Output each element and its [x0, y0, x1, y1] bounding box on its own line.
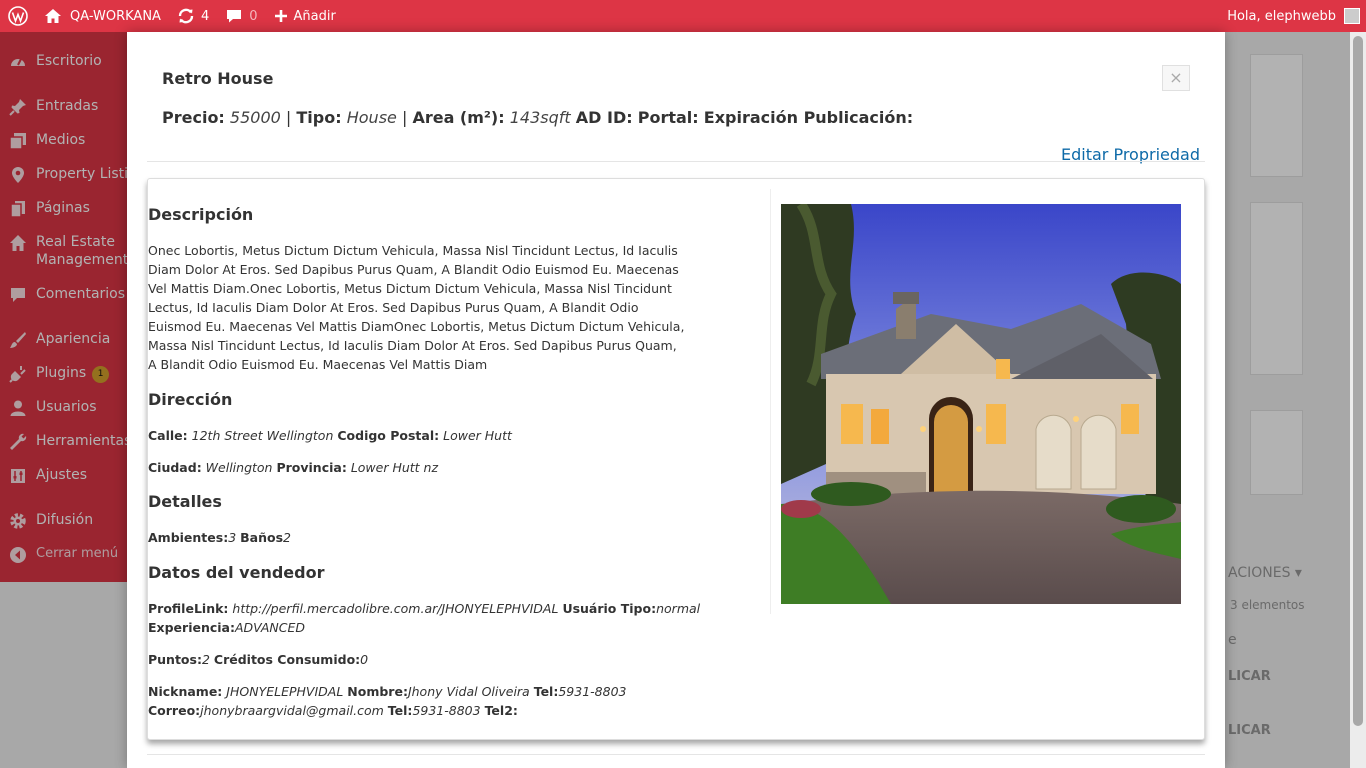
description-heading: Descripción — [148, 205, 254, 224]
property-photo[interactable] — [781, 204, 1181, 604]
divider — [147, 754, 1205, 755]
property-meta: Precio: 55000 | Tipo: House | Area (m²):… — [162, 108, 914, 127]
city-value: Wellington — [205, 460, 273, 475]
seller-profile-line: ProfileLink: http://perfil.mercadolibre.… — [148, 601, 701, 635]
page-scrollbar[interactable] — [1350, 32, 1366, 768]
details-heading: Detalles — [148, 492, 222, 511]
new-content-link[interactable]: Añadir — [266, 0, 344, 32]
address-heading: Dirección — [148, 390, 233, 409]
updates-count: 4 — [200, 8, 210, 24]
rooms-line: Ambientes:3 Baños2 — [148, 530, 291, 545]
plus-icon — [274, 9, 288, 23]
province-value: Lower Hutt nz — [350, 460, 439, 475]
city-line: Ciudad: Wellington Provincia: Lower Hutt… — [148, 460, 439, 475]
rooms-value: 3 — [228, 530, 237, 545]
profile-link[interactable]: http://perfil.mercadolibre.com.ar/JHONYE… — [232, 601, 558, 616]
credits-value: 0 — [360, 652, 369, 667]
tel-value: 5931-8803 — [558, 684, 627, 699]
updates-icon — [177, 7, 195, 25]
comments-count: 0 — [249, 8, 258, 24]
street-value: 12th Street Wellington — [191, 428, 334, 443]
baths-value: 2 — [283, 530, 291, 545]
greeting-label: Hola, elephwebb — [1227, 8, 1336, 24]
description-text: Onec Lobortis, Metus Dictum Dictum Vehic… — [148, 243, 685, 372]
scrollbar-thumb[interactable] — [1353, 36, 1363, 726]
site-name-label: QA-WORKANA — [70, 8, 161, 24]
points-value: 2 — [201, 652, 210, 667]
divider — [147, 161, 1205, 162]
name-value: Jhony Vidal Oliveira — [407, 684, 530, 699]
avatar — [1344, 8, 1360, 24]
tel-value-2: 5931-8803 — [412, 703, 481, 718]
postal-value: Lower Hutt — [443, 428, 512, 443]
seller-heading: Datos del vendedor — [148, 563, 325, 582]
site-name-link[interactable]: QA-WORKANA — [36, 0, 169, 32]
property-details-panel: Descripción Onec Lobortis, Metus Dictum … — [147, 178, 1205, 740]
column-divider — [770, 189, 771, 614]
type-value: House — [346, 108, 397, 127]
price-value: 55000 — [229, 108, 281, 127]
email-value: jhonybraargvidal@gmail.com — [200, 703, 384, 718]
property-modal: Retro House × Precio: 55000 | Tipo: Hous… — [127, 32, 1225, 768]
home-icon — [44, 8, 62, 24]
comment-icon — [225, 8, 243, 24]
experience-value: ADVANCED — [234, 620, 306, 635]
close-button[interactable]: × — [1162, 65, 1190, 91]
area-value: 143sqft — [509, 108, 571, 127]
points-line: Puntos:2 Créditos Consumido:0 — [148, 652, 369, 667]
updates-link[interactable]: 4 — [169, 0, 217, 32]
nickname-value: JHONYELEPHVIDAL — [226, 684, 344, 699]
street-line: Calle: 12th Street Wellington Codigo Pos… — [148, 428, 512, 443]
modal-title: Retro House — [162, 69, 274, 88]
comments-link[interactable]: 0 — [217, 0, 265, 32]
user-type-value: normal — [656, 601, 701, 616]
new-content-label: Añadir — [293, 8, 336, 24]
admin-bar: QA-WORKANA 4 0 Añadir Hola, elephwebb — [0, 0, 1366, 32]
contact-line: Nickname: JHONYELEPHVIDAL Nombre:Jhony V… — [148, 684, 627, 718]
my-account-link[interactable]: Hola, elephwebb — [1219, 0, 1366, 32]
wordpress-logo-icon[interactable] — [0, 0, 36, 32]
